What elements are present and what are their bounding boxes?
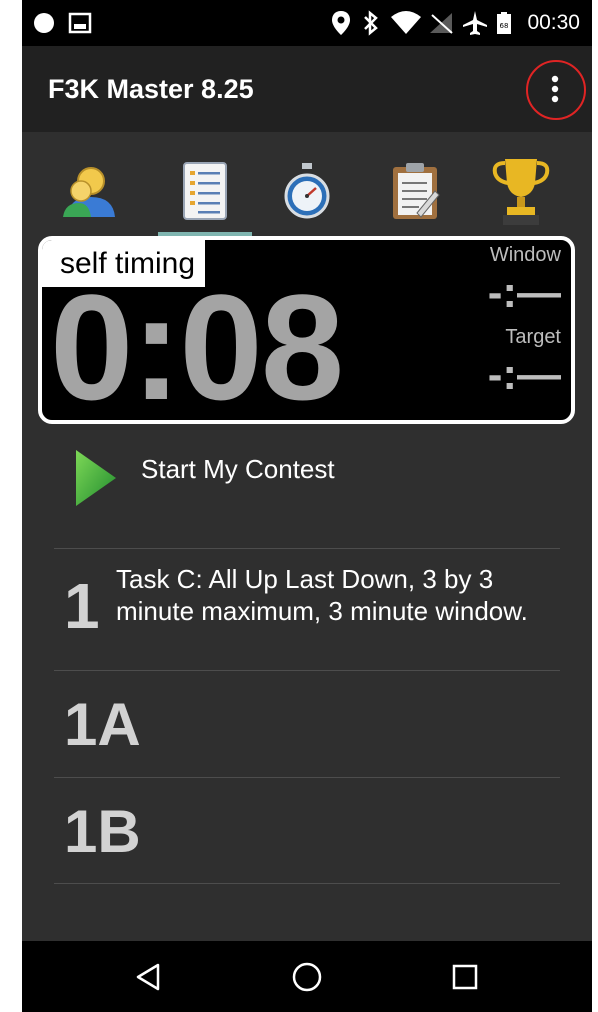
target-value: -:—	[487, 350, 561, 399]
status-time: 00:30	[527, 11, 580, 34]
window-label: Window	[489, 244, 561, 266]
bluetooth-icon	[362, 0, 380, 46]
tab-tasks[interactable]	[158, 148, 252, 234]
tab-pilots[interactable]	[44, 148, 138, 234]
start-contest-button[interactable]: Start My Contest	[62, 440, 562, 510]
round-row-1b[interactable]: 1B	[54, 778, 560, 884]
more-vertical-icon	[551, 75, 559, 103]
recents-square-icon	[452, 964, 478, 989]
round-row-1a[interactable]: 1A	[54, 671, 560, 777]
back-triangle-icon	[136, 963, 160, 990]
stopwatch-icon	[284, 163, 330, 219]
task-description: Task C: All Up Last Down, 3 by 3 minute …	[116, 564, 528, 626]
svg-text:68: 68	[500, 22, 509, 30]
window-value: -:—	[487, 268, 561, 317]
home-circle-icon	[292, 962, 322, 991]
app-screen: 68 00:30 F3K Master 8.25 0:08 self timin…	[22, 0, 592, 1012]
wifi-icon	[390, 0, 422, 46]
app-title: F3K Master 8.25	[48, 74, 254, 104]
tab-timer[interactable]	[260, 148, 354, 234]
tab-scores[interactable]	[368, 148, 462, 234]
notification-dot-icon	[32, 0, 56, 46]
round-label: 1A	[64, 691, 141, 758]
no-sim-icon	[428, 0, 454, 46]
play-icon	[74, 448, 118, 513]
round-label: 1B	[64, 798, 141, 865]
task-number: 1	[64, 570, 100, 642]
task-list-icon	[183, 162, 227, 220]
home-button[interactable]	[262, 941, 352, 1012]
target-label: Target	[505, 326, 561, 348]
pilots-icon	[63, 167, 115, 217]
timer-mode-label: self timing	[42, 240, 206, 287]
task-row[interactable]: 1 Task C: All Up Last Down, 3 by 3 minut…	[54, 549, 560, 670]
recents-button[interactable]	[420, 941, 510, 1012]
overflow-menu-button[interactable]	[526, 60, 584, 118]
clipboard-icon	[393, 163, 440, 219]
location-pin-icon	[330, 0, 352, 46]
timer-display: 0:08 self timing Window -:— Target -:—	[38, 236, 575, 424]
image-icon	[68, 0, 92, 46]
navigation-bar	[22, 941, 592, 1012]
start-contest-label: Start My Contest	[141, 454, 335, 484]
action-bar: F3K Master 8.25	[22, 46, 592, 132]
divider	[54, 883, 560, 884]
battery-icon: 68	[496, 0, 512, 46]
tab-results[interactable]	[474, 148, 568, 234]
back-button[interactable]	[104, 941, 194, 1012]
status-bar: 68 00:30	[22, 0, 592, 46]
trophy-icon	[492, 159, 550, 225]
timer-value: 0:08	[50, 263, 344, 424]
airplane-icon	[462, 0, 488, 46]
